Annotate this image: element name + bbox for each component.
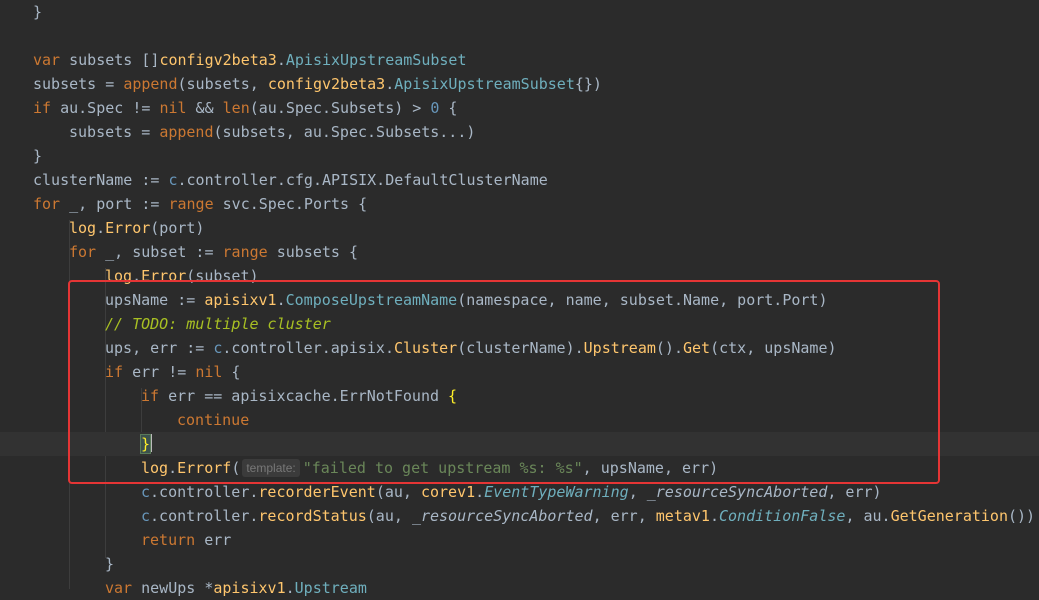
function-token: GetGeneration — [890, 507, 1008, 525]
constant-token: EventTypeWarning — [484, 483, 629, 501]
code-token: , au. — [845, 507, 891, 525]
code-token: .controller. — [150, 483, 259, 501]
function-token: Error — [105, 219, 151, 237]
keyword-token: if — [33, 99, 52, 117]
code-token: . — [276, 51, 286, 69]
code-line[interactable]: subsets = append(subsets, configv2beta3.… — [33, 72, 602, 96]
code-token: , err, — [592, 507, 656, 525]
code-token: err — [195, 531, 232, 549]
code-token: . — [709, 507, 719, 525]
code-line[interactable]: } — [105, 552, 114, 576]
code-token: } — [105, 555, 115, 573]
builtin-token: append — [123, 75, 178, 93]
keyword-token: for — [69, 243, 97, 261]
code-token: . — [285, 579, 295, 597]
code-token: au.Spec != — [51, 99, 160, 117]
code-token: (subsets, — [177, 75, 268, 93]
code-line[interactable]: var newUps *apisixv1.Upstream — [105, 576, 367, 600]
code-token: . — [96, 219, 106, 237]
code-token: , — [628, 483, 647, 501]
constant-token: _resourceSyncAborted — [411, 507, 593, 525]
code-line[interactable]: } — [33, 144, 42, 168]
code-token: subsets { — [267, 243, 358, 261]
package-token: apisixv1 — [213, 579, 286, 597]
receiver-token: c — [168, 171, 178, 189]
keyword-token: var — [33, 51, 61, 69]
code-token: .controller.cfg.APISIX.DefaultClusterNam… — [177, 171, 548, 189]
package-token: metav1 — [655, 507, 710, 525]
highlight-annotation-box — [68, 280, 940, 484]
keyword-token: nil — [159, 99, 187, 117]
code-token: , err) — [827, 483, 882, 501]
type-token: ApisixUpstreamSubset — [285, 51, 467, 69]
code-token: subsets = — [33, 75, 124, 93]
builtin-token: append — [159, 123, 214, 141]
code-line[interactable]: subsets = append(subsets, au.Spec.Subset… — [69, 120, 475, 144]
code-token: (au, — [375, 483, 421, 501]
code-token: (au, — [366, 507, 412, 525]
code-token: (port) — [150, 219, 205, 237]
code-token: {}) — [574, 75, 602, 93]
code-line[interactable]: log.Error(port) — [69, 216, 204, 240]
receiver-token: c — [141, 483, 151, 501]
code-line[interactable]: c.controller.recordStatus(au, _resourceS… — [141, 504, 1035, 528]
code-token: (subsets, au.Spec.Subsets...) — [213, 123, 476, 141]
package-token: configv2beta3 — [267, 75, 386, 93]
code-token: _, subset := — [96, 243, 223, 261]
code-token: && — [186, 99, 223, 117]
code-token: (au.Spec.Subsets) > — [249, 99, 431, 117]
receiver-token: c — [141, 507, 151, 525]
code-token: subsets = — [69, 123, 160, 141]
constant-token: _resourceSyncAborted — [646, 483, 828, 501]
code-line[interactable]: for _, subset := range subsets { — [69, 240, 358, 264]
code-token: clusterName := — [33, 171, 169, 189]
code-line[interactable]: clusterName := c.controller.cfg.APISIX.D… — [33, 168, 548, 192]
type-token: Upstream — [294, 579, 367, 597]
code-token: _, port := — [60, 195, 169, 213]
package-token: log — [69, 219, 97, 237]
code-line[interactable]: for _, port := range svc.Spec.Ports { — [33, 192, 367, 216]
code-line[interactable]: } — [33, 0, 42, 24]
code-editor[interactable]: } var subsets []configv2beta3.ApisixUpst… — [0, 0, 1039, 597]
constant-token: ConditionFalse — [719, 507, 846, 525]
builtin-token: len — [222, 99, 250, 117]
code-line[interactable]: var subsets []configv2beta3.ApisixUpstre… — [33, 48, 467, 72]
function-token: recorderEvent — [258, 483, 376, 501]
code-token: newUps * — [132, 579, 214, 597]
type-token: ApisixUpstreamSubset — [394, 75, 575, 93]
package-token: corev1 — [420, 483, 476, 501]
code-token: . — [385, 75, 395, 93]
keyword-token: for — [33, 195, 61, 213]
code-token: subsets [] — [60, 51, 160, 69]
keyword-token: var — [105, 579, 133, 597]
keyword-token: return — [141, 531, 196, 549]
code-token: svc.Spec.Ports { — [213, 195, 368, 213]
code-token: .controller. — [150, 507, 259, 525]
code-line[interactable]: return err — [141, 528, 231, 552]
code-line[interactable]: if au.Spec != nil && len(au.Spec.Subsets… — [33, 96, 457, 120]
code-token: . — [475, 483, 485, 501]
code-token: } — [33, 3, 43, 21]
package-token: configv2beta3 — [159, 51, 277, 69]
code-token: } — [33, 147, 43, 165]
keyword-token: range — [168, 195, 214, 213]
keyword-token: range — [222, 243, 268, 261]
code-token: ()) — [1008, 507, 1036, 525]
function-token: recordStatus — [258, 507, 367, 525]
code-token: { — [439, 99, 458, 117]
